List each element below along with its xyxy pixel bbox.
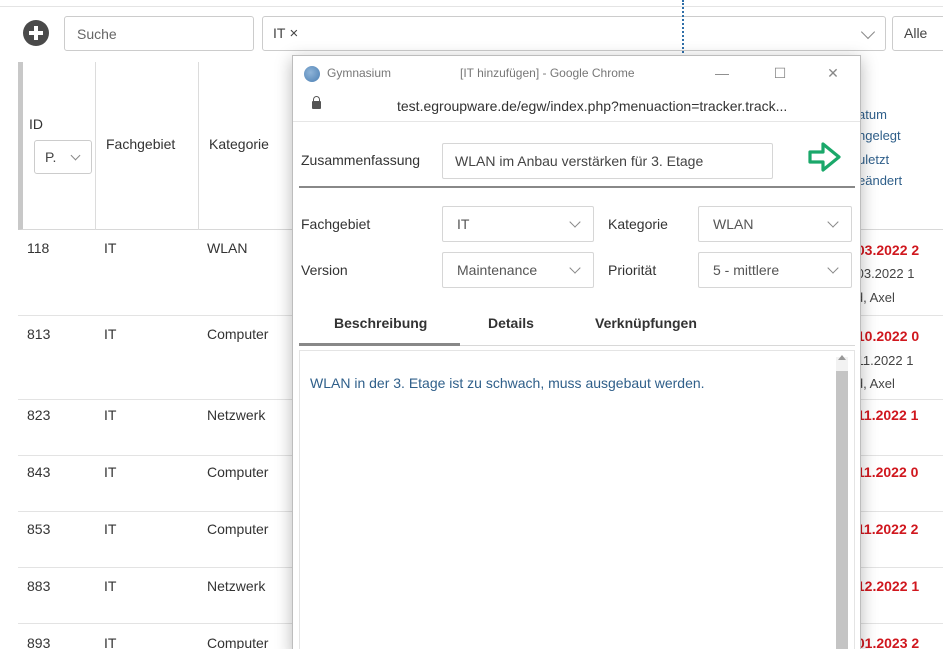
- app-toolbar: IT× Alle: [0, 0, 943, 62]
- column-divider: [198, 62, 199, 230]
- divider: [0, 6, 943, 7]
- header-kategorie[interactable]: Kategorie: [209, 136, 269, 152]
- close-icon[interactable]: ✕: [823, 63, 843, 83]
- cell-fachgebiet: IT: [104, 578, 117, 594]
- alle-label: Alle: [904, 25, 928, 41]
- version-select[interactable]: Maintenance: [442, 252, 594, 288]
- header-fachgebiet[interactable]: Fachgebiet: [106, 136, 175, 152]
- header-datum-2[interactable]: ngelegt: [858, 125, 901, 146]
- window-titlebar[interactable]: Gymnasium [IT hinzufügen] - Google Chrom…: [293, 56, 860, 92]
- plus-circle-icon[interactable]: [23, 20, 49, 46]
- kategorie-label: Kategorie: [608, 216, 668, 232]
- cell-kategorie: Netzwerk: [207, 407, 266, 423]
- arrow-apply-icon[interactable]: [807, 139, 843, 175]
- cell-id: 853: [27, 521, 51, 537]
- cell-date-modified: .11.2022 1: [853, 353, 914, 368]
- id-filter-value: P.: [45, 149, 57, 165]
- id-filter-select[interactable]: P.: [34, 140, 92, 174]
- chevron-down-icon: [70, 150, 81, 161]
- filter-select[interactable]: IT ×: [262, 16, 886, 51]
- filter-tag-label: IT: [273, 25, 286, 41]
- tab-verknuepfungen[interactable]: Verknüpfungen: [595, 315, 697, 331]
- cell-date-created: .10.2022 0: [853, 328, 920, 344]
- tracker-popup-window: Gymnasium [IT hinzufügen] - Google Chrom…: [292, 55, 861, 649]
- cell-id: 893: [27, 635, 51, 649]
- summary-label: Zusammenfassung: [301, 152, 421, 168]
- cell-id: 813: [27, 326, 51, 342]
- cell-date-created: .11.2022 2: [853, 521, 919, 537]
- cell-id: 118: [27, 240, 50, 256]
- cell-kategorie: Computer: [207, 464, 269, 480]
- version-value: Maintenance: [457, 262, 538, 278]
- chevron-down-icon: [569, 262, 581, 274]
- lock-icon: [312, 96, 321, 109]
- minimize-icon[interactable]: —: [712, 63, 732, 83]
- search-input[interactable]: [64, 16, 254, 51]
- cell-kategorie: Computer: [207, 326, 269, 342]
- cell-date-created: .03.2022 2: [853, 242, 920, 258]
- filter-tag: IT ×: [273, 25, 298, 42]
- cell-fachgebiet: IT: [104, 521, 117, 537]
- address-bar: test.egroupware.de/egw/index.php?menuact…: [293, 92, 860, 122]
- header-datum-3[interactable]: uletzt: [858, 149, 889, 170]
- scroll-up-icon[interactable]: [838, 355, 846, 360]
- fachgebiet-value: IT: [457, 216, 470, 232]
- cell-fachgebiet: IT: [104, 240, 117, 256]
- alle-select[interactable]: Alle: [892, 16, 943, 51]
- description-textarea[interactable]: WLAN in der 3. Etage ist zu schwach, mus…: [299, 350, 855, 649]
- prioritaet-value: 5 - mittlere: [713, 262, 780, 278]
- version-label: Version: [301, 262, 348, 278]
- cell-kategorie: Computer: [207, 521, 269, 537]
- section-divider: [299, 186, 855, 188]
- header-id[interactable]: ID: [29, 116, 43, 132]
- active-tab-indicator: [299, 343, 460, 346]
- cell-date-created: .12.2022 1: [853, 578, 920, 594]
- chevron-down-icon: [569, 216, 581, 228]
- kategorie-value: WLAN: [713, 216, 754, 232]
- cell-id: 883: [27, 578, 51, 594]
- cell-kategorie: WLAN: [207, 240, 248, 256]
- cell-date-created: .11.2022 1: [853, 407, 919, 423]
- window-title: [IT hinzufügen] - Google Chrome: [460, 66, 635, 80]
- scrollbar-thumb[interactable]: [836, 371, 848, 649]
- header-datum-4[interactable]: eändert: [858, 170, 902, 191]
- description-text: WLAN in der 3. Etage ist zu schwach, mus…: [310, 375, 705, 391]
- cell-date-created: .11.2022 0: [853, 464, 919, 480]
- cell-date-modified: .03.2022 1: [853, 266, 915, 281]
- chevron-down-icon: [860, 24, 876, 40]
- cell-kategorie: Computer: [207, 635, 269, 649]
- column-divider: [95, 62, 96, 230]
- cell-fachgebiet: IT: [104, 407, 117, 423]
- fachgebiet-select[interactable]: IT: [442, 206, 594, 242]
- tab-beschreibung[interactable]: Beschreibung: [334, 315, 427, 331]
- kategorie-select[interactable]: WLAN: [698, 206, 852, 242]
- cell-fachgebiet: IT: [104, 635, 117, 649]
- cell-id: 823: [27, 407, 51, 423]
- cell-fachgebiet: IT: [104, 464, 117, 480]
- app-logo-icon: [304, 66, 320, 82]
- header-datum-1[interactable]: atum: [858, 104, 887, 125]
- cell-date-created: .01.2023 2: [853, 635, 920, 649]
- chevron-down-icon: [827, 262, 839, 274]
- cell-kategorie: Netzwerk: [207, 578, 266, 594]
- prioritaet-select[interactable]: 5 - mittlere: [698, 252, 852, 288]
- cell-fachgebiet: IT: [104, 326, 117, 342]
- chevron-down-icon: [827, 216, 839, 228]
- remove-tag-icon[interactable]: ×: [289, 25, 298, 42]
- fachgebiet-label: Fachgebiet: [301, 216, 371, 232]
- cell-id: 843: [27, 464, 51, 480]
- prioritaet-label: Priorität: [608, 262, 657, 278]
- window-app-name: Gymnasium: [327, 66, 392, 80]
- summary-input[interactable]: [442, 143, 773, 179]
- tab-details[interactable]: Details: [488, 315, 534, 331]
- maximize-icon[interactable]: ☐: [770, 63, 790, 83]
- url-text: test.egroupware.de/egw/index.php?menuact…: [397, 98, 788, 114]
